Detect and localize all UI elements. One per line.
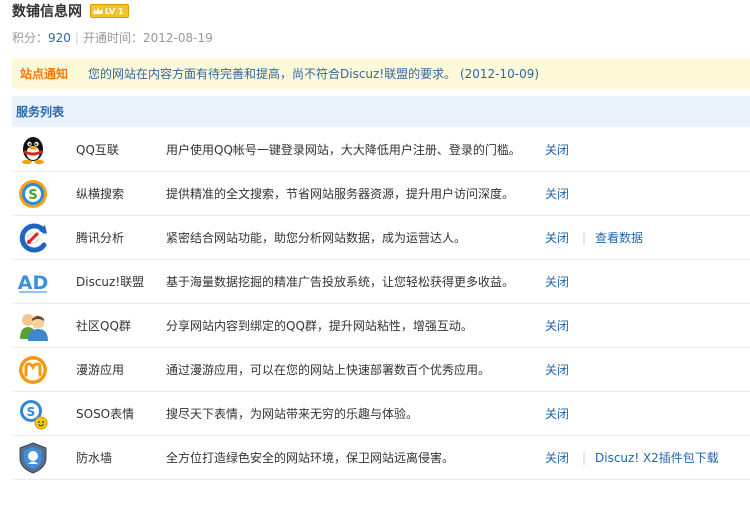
close-button[interactable]: 关闭: [545, 405, 569, 422]
meta-separator: |: [74, 31, 79, 45]
view-data-link[interactable]: 查看数据: [595, 229, 643, 246]
service-name: QQ互联: [76, 143, 119, 157]
firewall-shield-icon: [19, 442, 47, 474]
service-name: 社区QQ群: [76, 319, 131, 333]
notice-text: 您的网站在内容方面有待完善和提高，尚不符合Discuz!联盟的要求。 (2012…: [88, 67, 540, 81]
service-desc: 用户使用QQ帐号一键登录网站，大大降低用户注册、登录的门槛。: [166, 143, 521, 157]
service-row-qq-connect: QQ互联 用户使用QQ帐号一键登录网站，大大降低用户注册、登录的门槛。 关闭: [12, 128, 750, 172]
close-button[interactable]: 关闭: [545, 141, 569, 158]
site-meta: 积分：920 | 开通时间：2012-08-19: [12, 26, 750, 50]
svg-text:S: S: [27, 405, 36, 419]
service-desc: 紧密结合网站功能，助您分析网站数据，成为运营达人。: [166, 231, 467, 245]
notice-label: 站点通知: [20, 67, 69, 81]
service-desc: 分享网站内容到绑定的QQ群，提升网站粘性，增强互动。: [166, 319, 473, 333]
site-title-line: 数铺信息网 LV 1: [12, 0, 750, 22]
close-button[interactable]: 关闭: [545, 361, 569, 378]
close-button[interactable]: 关闭: [545, 449, 569, 466]
service-desc: 搜尽天下表情，为网站带来无穷的乐趣与体验。: [166, 407, 419, 421]
service-name: Discuz!联盟: [76, 275, 145, 289]
service-row-tencent-analytics: 腾讯分析 紧密结合网站功能，助您分析网站数据，成为运营达人。 关闭 | 查看数据: [12, 216, 750, 260]
services-title: 服务列表: [12, 96, 750, 127]
service-row-firewall: 防水墙 全方位打造绿色安全的网站环境，保卫网站远离侵害。 关闭 | Discuz…: [12, 436, 750, 480]
service-name: 腾讯分析: [76, 231, 125, 245]
open-date-value: 2012-08-19: [142, 31, 213, 45]
close-button[interactable]: 关闭: [545, 273, 569, 290]
service-row-manyou-apps: 漫游应用 通过漫游应用，可以在您的网站上快速部署数百个优秀应用。 关闭: [12, 348, 750, 392]
svg-text:AD: AD: [18, 272, 48, 294]
action-separator: |: [582, 450, 587, 465]
site-title: 数铺信息网: [12, 4, 82, 20]
level-badge-text: LV 1: [105, 6, 124, 16]
soso-emoticon-icon: S: [20, 400, 48, 430]
service-desc: 提供精准的全文搜索，节省网站服务器资源，提升用户访问深度。: [166, 187, 515, 201]
manyou-icon: [19, 356, 47, 384]
analytics-icon: [19, 223, 47, 253]
service-name: 纵横搜索: [76, 187, 125, 201]
points-value: 920: [48, 31, 71, 45]
close-button[interactable]: 关闭: [545, 229, 569, 246]
close-button[interactable]: 关闭: [545, 185, 569, 202]
group-users-icon: [20, 314, 48, 341]
site-notice: 站点通知 您的网站在内容方面有待完善和提高，尚不符合Discuz!联盟的要求。 …: [12, 58, 750, 89]
site-header: 数铺信息网 LV 1 积分：920 | 开通时间：2012-08-19: [12, 0, 750, 50]
service-list: QQ互联 用户使用QQ帐号一键登录网站，大大降低用户注册、登录的门槛。 关闭 S…: [12, 128, 750, 480]
service-name: 防水墙: [76, 451, 113, 465]
soso-search-icon: S: [19, 180, 47, 208]
service-desc: 通过漫游应用，可以在您的网站上快速部署数百个优秀应用。: [166, 363, 491, 377]
ad-icon: AD: [18, 272, 48, 294]
service-row-zongheng-search: S 纵横搜索 提供精准的全文搜索，节省网站服务器资源，提升用户访问深度。 关闭: [12, 172, 750, 216]
service-desc: 基于海量数据挖掘的精准广告投放系统，让您轻松获得更多收益。: [166, 275, 515, 289]
service-row-soso-emoticons: S SOSO表情 搜尽天下表情，为网站带来无穷的乐趣与体验。 关闭: [12, 392, 750, 436]
service-desc: 全方位打造绿色安全的网站环境，保卫网站远离侵害。: [166, 451, 455, 465]
qq-penguin-icon: [22, 137, 44, 165]
svg-text:S: S: [28, 188, 37, 203]
points-label: 积分：: [12, 31, 49, 45]
open-date-label: 开通时间：: [82, 31, 143, 45]
service-name: 漫游应用: [76, 363, 125, 377]
crown-icon: [93, 7, 103, 14]
action-separator: |: [582, 230, 587, 245]
plugin-download-link[interactable]: Discuz! X2插件包下载: [595, 449, 719, 466]
close-button[interactable]: 关闭: [545, 317, 569, 334]
level-badge: LV 1: [90, 4, 129, 18]
service-row-discuz-union: AD Discuz!联盟 基于海量数据挖掘的精准广告投放系统，让您轻松获得更多收…: [12, 260, 750, 304]
service-row-community-qq-group: 社区QQ群 分享网站内容到绑定的QQ群，提升网站粘性，增强互动。 关闭: [12, 304, 750, 348]
service-name: SOSO表情: [76, 407, 135, 421]
